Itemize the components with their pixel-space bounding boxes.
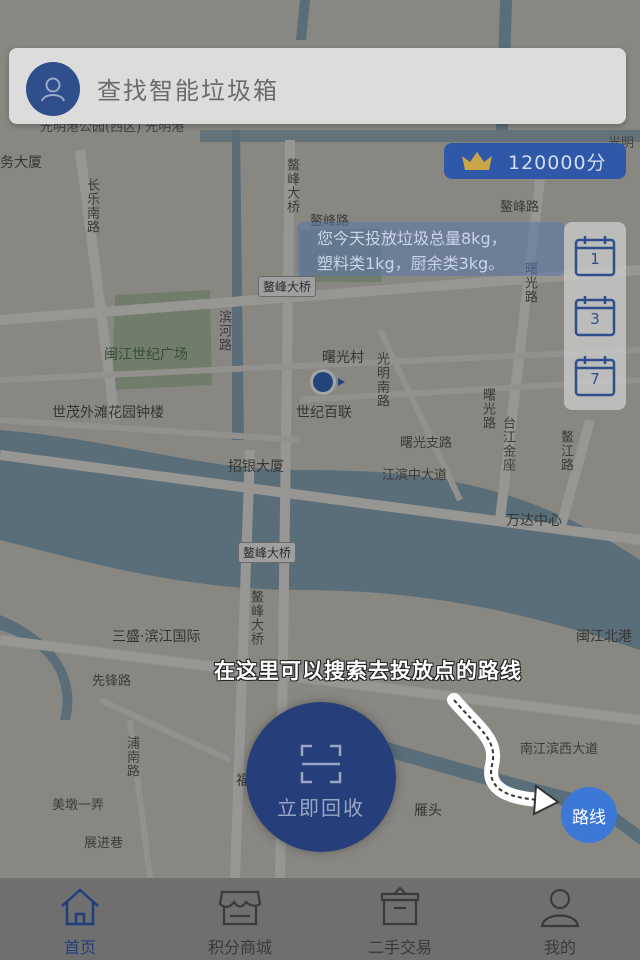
search-bar[interactable]: 查找智能垃圾箱 (9, 48, 626, 124)
map-label-pubu-road: 浦南路 (124, 736, 139, 778)
map-label-shuguang-branch: 曙光支路 (400, 436, 453, 451)
tab-points-mall-label: 积分商城 (207, 938, 272, 957)
tab-mine[interactable]: 我的 (480, 878, 640, 960)
calendar-panel: 1 3 7 (564, 222, 626, 410)
calendar-1-day-button[interactable]: 1 (573, 234, 617, 278)
map-label-xianfeng-road: 先锋路 (92, 674, 132, 689)
map-label-aojiang-road: 鳌江路 (558, 430, 573, 472)
scan-icon (300, 744, 342, 784)
map-label-building: 务大厦 (0, 155, 42, 171)
recycle-now-label: 立即回收 (277, 796, 365, 820)
tab-home[interactable]: 首页 (0, 878, 160, 960)
tab-mine-label: 我的 (543, 938, 576, 957)
map-label-sansheng: 三盛·滨江国际 (112, 629, 201, 645)
map-label-zhaoyin: 招银大厦 (228, 459, 284, 475)
points-badge[interactable]: 120000分 (444, 143, 626, 179)
map-label-shuguang-village: 曙光村 (322, 350, 364, 366)
calendar-7-day-button[interactable]: 7 (573, 354, 617, 398)
tab-second-hand-label: 二手交易 (367, 938, 432, 957)
calendar-3-label: 3 (590, 310, 600, 328)
box-icon (380, 886, 420, 926)
tip-arrow-icon (447, 693, 560, 816)
bottom-tab-bar: 首页 积分商城 二手交易 我的 (0, 878, 640, 960)
map-label-aofeng-bridge-vert: 鳌峰大桥 (248, 590, 263, 646)
tab-points-mall[interactable]: 积分商城 (160, 878, 320, 960)
map-label-aofeng-road2: 鳌峰路 (500, 200, 540, 215)
map-label-jiangbin-avenue: 江滨中大道 (382, 468, 448, 483)
map-label-aofeng-avenue: 鳌峰大桥 (284, 158, 299, 214)
current-location-pin (308, 366, 348, 400)
map-label-minjiang-plaza: 闽江世纪广场 (104, 347, 188, 363)
route-button-label: 路线 (572, 807, 606, 828)
today-summary-line2: 塑料类1kg，厨余类3kg。 (317, 254, 505, 273)
points-value: 120000分 (508, 151, 607, 174)
recycle-now-button[interactable]: 立即回收 (246, 702, 396, 852)
user-avatar[interactable] (26, 62, 80, 116)
tab-second-hand[interactable]: 二手交易 (320, 878, 480, 960)
map-label-binhe-road: 滨河路 (216, 310, 231, 352)
map-label-shuguang-road: 曙光路 (480, 388, 495, 430)
map-label-yantou: 雁头 (414, 803, 442, 819)
map-label-wanda: 万达中心 (506, 513, 562, 529)
map-label-guangming-south: 光明南路 (374, 352, 389, 408)
map-label-meibo: 美墩一弄 (52, 798, 105, 813)
route-button[interactable]: 路线 (561, 787, 617, 843)
home-icon (61, 888, 99, 926)
tab-home-label: 首页 (63, 938, 96, 957)
map-label-shiji-bailian: 世纪百联 (296, 405, 352, 421)
today-summary: 您今天投放垃圾总量8kg， 塑料类1kg，厨余类3kg。 (297, 222, 565, 276)
person-icon (540, 888, 580, 928)
map-label-changle-road: 长乐南路 (84, 178, 99, 234)
map-label-aofeng-bridge: 鳌峰大桥 (258, 276, 317, 297)
calendar-7-label: 7 (590, 370, 600, 388)
route-tip-text: 在这里可以搜索去投放点的路线 (214, 659, 522, 683)
crown-icon (462, 152, 492, 170)
calendar-3-day-button[interactable]: 3 (573, 294, 617, 338)
map-label-aofeng-bridge2: 鳌峰大桥 (238, 542, 297, 563)
map-label-minjiang-north: 闽江北港 (576, 629, 632, 645)
map-label-taijiang-jinzuo: 台江金座 (500, 416, 515, 472)
store-icon (218, 890, 262, 926)
calendar-1-label: 1 (590, 250, 600, 268)
search-placeholder[interactable]: 查找智能垃圾箱 (97, 71, 279, 106)
user-icon (41, 77, 65, 102)
map-label-zhanjin-road: 展进巷 (84, 836, 124, 851)
today-summary-line1: 您今天投放垃圾总量8kg， (317, 229, 507, 248)
map-label-shimao-tower: 世茂外滩花园钟楼 (52, 405, 164, 421)
